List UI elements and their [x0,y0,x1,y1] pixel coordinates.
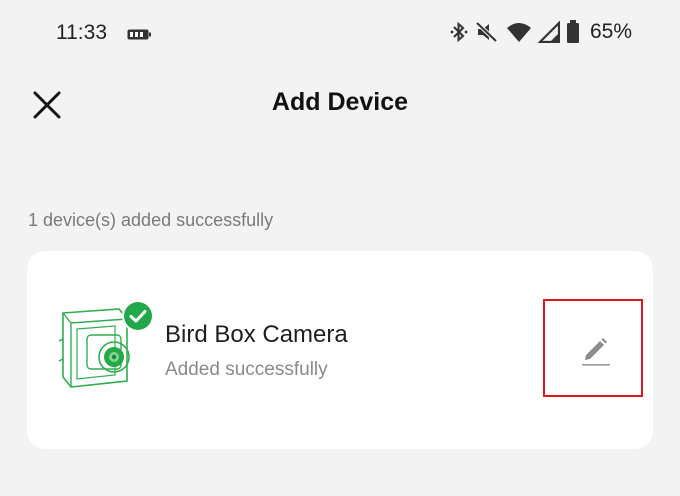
battery-saver-icon [127,29,151,40]
signal-icon [537,21,560,43]
success-check-icon [122,300,154,332]
summary-text: 1 device(s) added successfully [28,210,274,230]
status-time: 11:33 [56,21,107,44]
pencil-icon[interactable] [581,335,611,367]
wifi-icon [506,23,531,42]
edit-device-button[interactable] [543,299,643,397]
page-title: Add Device [271,88,409,116]
bluetooth-icon [450,21,468,43]
status-icons: 65% [450,20,632,44]
status-bar: 11:33 65% [0,0,680,70]
device-card[interactable]: Bird Box Camera Added successfully [27,251,653,449]
battery-icon [566,20,579,43]
device-status: Added successfully [165,359,328,380]
battery-percent: 65% [589,20,632,43]
device-name: Bird Box Camera [165,321,348,348]
mute-icon [475,21,498,43]
